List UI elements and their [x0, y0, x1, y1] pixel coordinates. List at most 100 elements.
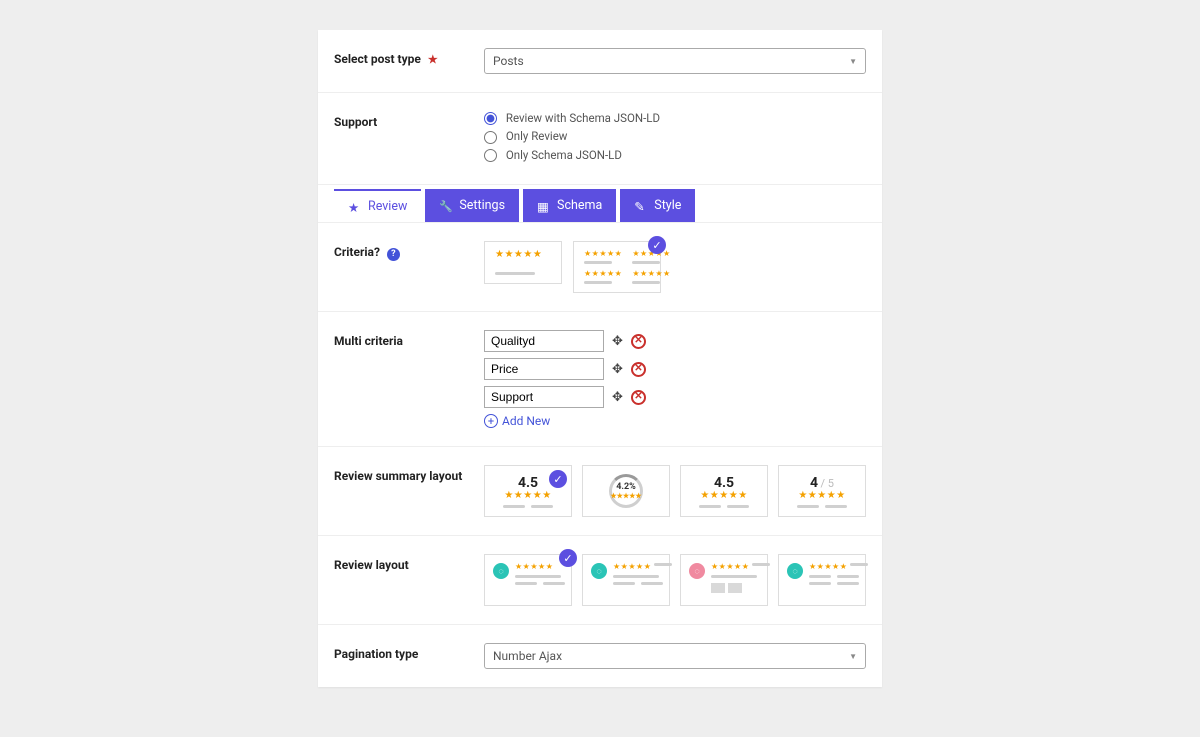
radio-label: Only Review [506, 129, 568, 143]
criteria-input-support[interactable] [484, 386, 604, 408]
wrench-icon [439, 199, 453, 213]
radio-input[interactable] [484, 149, 497, 162]
row-review-layout: Review layout ✓ ◌ ★★★★★ ◌ ★★★★★ [318, 536, 882, 625]
score-value: 4.5 [714, 475, 734, 491]
row-criteria: Criteria? ? ★★★★★ ✓ ★★★★★ ★★★★★ [318, 223, 882, 312]
placeholder-line [613, 575, 659, 578]
stars-icon: ★★★★★ [504, 491, 551, 501]
fraction-den: / 5 [821, 477, 834, 490]
tab-schema-label: Schema [557, 198, 602, 213]
placeholder-line [837, 575, 859, 578]
tab-style-label: Style [654, 198, 681, 213]
stars-icon: ★★★★★ [515, 563, 565, 571]
move-handle-icon[interactable]: ✥ [612, 334, 623, 349]
placeholder-line [837, 582, 859, 585]
add-new-label: Add New [502, 414, 550, 428]
tab-review[interactable]: Review [334, 189, 421, 222]
summary-card-fraction[interactable]: 4 / 5 ★★★★★ [778, 465, 866, 517]
avatar-icon: ◌ [591, 563, 607, 579]
avatar-icon: ◌ [787, 563, 803, 579]
add-new-button[interactable]: + Add New [484, 414, 866, 428]
placeholder-line [632, 281, 660, 284]
pagination-select[interactable]: Number Ajax [484, 643, 866, 669]
radio-option-schema-ld[interactable]: Review with Schema JSON-LD [484, 111, 866, 125]
placeholder-line [584, 281, 612, 284]
criteria-row: ✥ ✕ [484, 358, 866, 380]
criteria-option-multi[interactable]: ✓ ★★★★★ ★★★★★ ★★★★★ [573, 241, 661, 293]
support-radio-group: Review with Schema JSON-LD Only Review O… [484, 111, 866, 166]
placeholder-line [613, 582, 635, 585]
placeholder-line [752, 563, 770, 566]
placeholder-line [641, 582, 663, 585]
move-handle-icon[interactable]: ✥ [612, 362, 623, 377]
placeholder-line [654, 563, 672, 566]
tab-style[interactable]: Style [620, 189, 695, 222]
radio-input[interactable] [484, 112, 497, 125]
table-icon [537, 199, 551, 213]
review-layout-card-4[interactable]: ◌ ★★★★★ [778, 554, 866, 606]
tab-settings-label: Settings [459, 198, 505, 213]
criteria-row: ✥ ✕ [484, 330, 866, 352]
thumbnail-icon [728, 583, 742, 593]
post-type-value: Posts [493, 54, 524, 68]
placeholder-line [825, 505, 847, 508]
review-layout-card-1[interactable]: ✓ ◌ ★★★★★ [484, 554, 572, 606]
move-handle-icon[interactable]: ✥ [612, 390, 623, 405]
summary-card-circular[interactable]: 4.2% ★★★★★ [582, 465, 670, 517]
placeholder-line [797, 505, 819, 508]
summary-card-number-stars[interactable]: ✓ 4.5 ★★★★★ [484, 465, 572, 517]
summary-card-number2[interactable]: 4.5 ★★★★★ [680, 465, 768, 517]
stars-icon: ★★★★★ [700, 491, 747, 501]
review-layout-card-3[interactable]: ◌ ★★★★★ [680, 554, 768, 606]
radio-label: Only Schema JSON-LD [506, 148, 622, 162]
placeholder-line [632, 261, 660, 264]
placeholder-line [531, 505, 553, 508]
brush-icon [634, 199, 648, 213]
delete-icon[interactable]: ✕ [631, 390, 646, 405]
placeholder-line [699, 505, 721, 508]
stars-icon: ★★★★★ [613, 563, 651, 571]
criteria-option-single[interactable]: ★★★★★ [484, 241, 562, 284]
delete-icon[interactable]: ✕ [631, 362, 646, 377]
placeholder-line [515, 582, 537, 585]
row-summary-layout: Review summary layout ✓ 4.5 ★★★★★ 4.2% ★… [318, 447, 882, 536]
pagination-value: Number Ajax [493, 649, 562, 663]
criteria-input-price[interactable] [484, 358, 604, 380]
gauge-icon: 4.2% ★★★★★ [609, 474, 643, 508]
label-summary-layout: Review summary layout [334, 465, 484, 517]
criteria-row: ✥ ✕ [484, 386, 866, 408]
label-post-type-text: Select post type [334, 52, 421, 66]
fraction-num: 4 [810, 475, 818, 491]
label-criteria: Criteria? ? [334, 241, 484, 293]
row-pagination: Pagination type Number Ajax [318, 625, 882, 687]
placeholder-line [543, 582, 565, 585]
stars-icon: ★★★★★ [584, 250, 622, 258]
radio-input[interactable] [484, 131, 497, 144]
placeholder-line [809, 575, 831, 578]
radio-option-only-review[interactable]: Only Review [484, 129, 866, 143]
help-icon[interactable]: ? [387, 248, 400, 261]
tab-settings[interactable]: Settings [425, 189, 519, 222]
row-support: Support Review with Schema JSON-LD Only … [318, 93, 882, 185]
tabs: Review Settings Schema Style [318, 185, 882, 223]
row-post-type: Select post type ★ Posts [318, 30, 882, 93]
delete-icon[interactable]: ✕ [631, 334, 646, 349]
radio-option-only-schema[interactable]: Only Schema JSON-LD [484, 148, 866, 162]
tab-schema[interactable]: Schema [523, 189, 616, 222]
score-value: 4.5 [518, 475, 538, 491]
review-layout-card-2[interactable]: ◌ ★★★★★ [582, 554, 670, 606]
settings-panel: Select post type ★ Posts Support Review … [318, 30, 882, 687]
post-type-select[interactable]: Posts [484, 48, 866, 74]
radio-label: Review with Schema JSON-LD [506, 111, 660, 125]
placeholder-line [727, 505, 749, 508]
stars-icon: ★★★★★ [495, 250, 551, 260]
star-icon [348, 200, 362, 214]
criteria-input-quality[interactable] [484, 330, 604, 352]
label-multi-criteria: Multi criteria [334, 330, 484, 428]
row-multi-criteria: Multi criteria ✥ ✕ ✥ ✕ ✥ ✕ + Add New [318, 312, 882, 447]
label-post-type: Select post type ★ [334, 48, 484, 74]
stars-icon: ★★★★★ [809, 563, 847, 571]
label-criteria-text: Criteria? [334, 245, 380, 259]
label-support: Support [334, 111, 484, 166]
placeholder-line [711, 575, 757, 578]
